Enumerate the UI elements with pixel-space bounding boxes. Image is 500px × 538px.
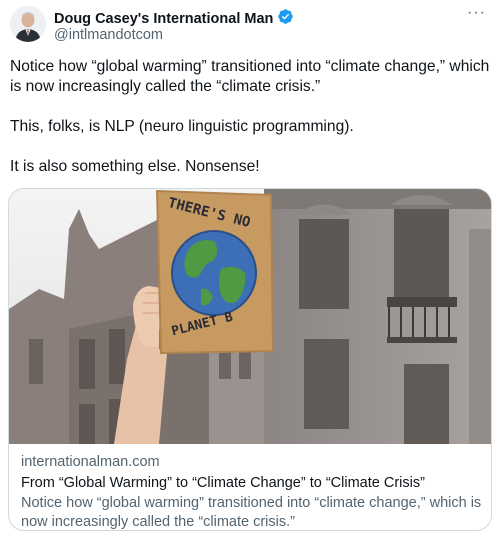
card-meta: internationalman.com From “Global Warmin…: [21, 453, 483, 530]
card-title[interactable]: From “Global Warming” to “Climate Change…: [21, 474, 483, 493]
tweet-paragraph: It is also something else. Nonsense!: [10, 158, 260, 175]
author-handle[interactable]: @intlmandotcom: [54, 27, 163, 43]
more-options-icon[interactable]: ···: [467, 4, 486, 22]
author-avatar[interactable]: [10, 6, 46, 42]
card-domain[interactable]: internationalman.com: [21, 453, 483, 472]
tweet-paragraph: This, folks, is NLP (neuro linguistic pr…: [10, 118, 354, 135]
verified-badge-icon: [277, 8, 294, 30]
tweet-header: Doug Casey's International Man @intlmand…: [10, 4, 490, 46]
tweet-text: Notice how “global warming” transitioned…: [10, 57, 495, 177]
author-display-name[interactable]: Doug Casey's International Man: [54, 11, 273, 27]
link-preview-card[interactable]: THERE'S NO PLANET B internationalman.com…: [8, 188, 492, 531]
tweet-paragraph: Notice how “global warming” transitioned…: [10, 58, 490, 95]
card-image[interactable]: [9, 189, 491, 444]
card-description: Notice how “global warming” transitioned…: [21, 495, 482, 530]
